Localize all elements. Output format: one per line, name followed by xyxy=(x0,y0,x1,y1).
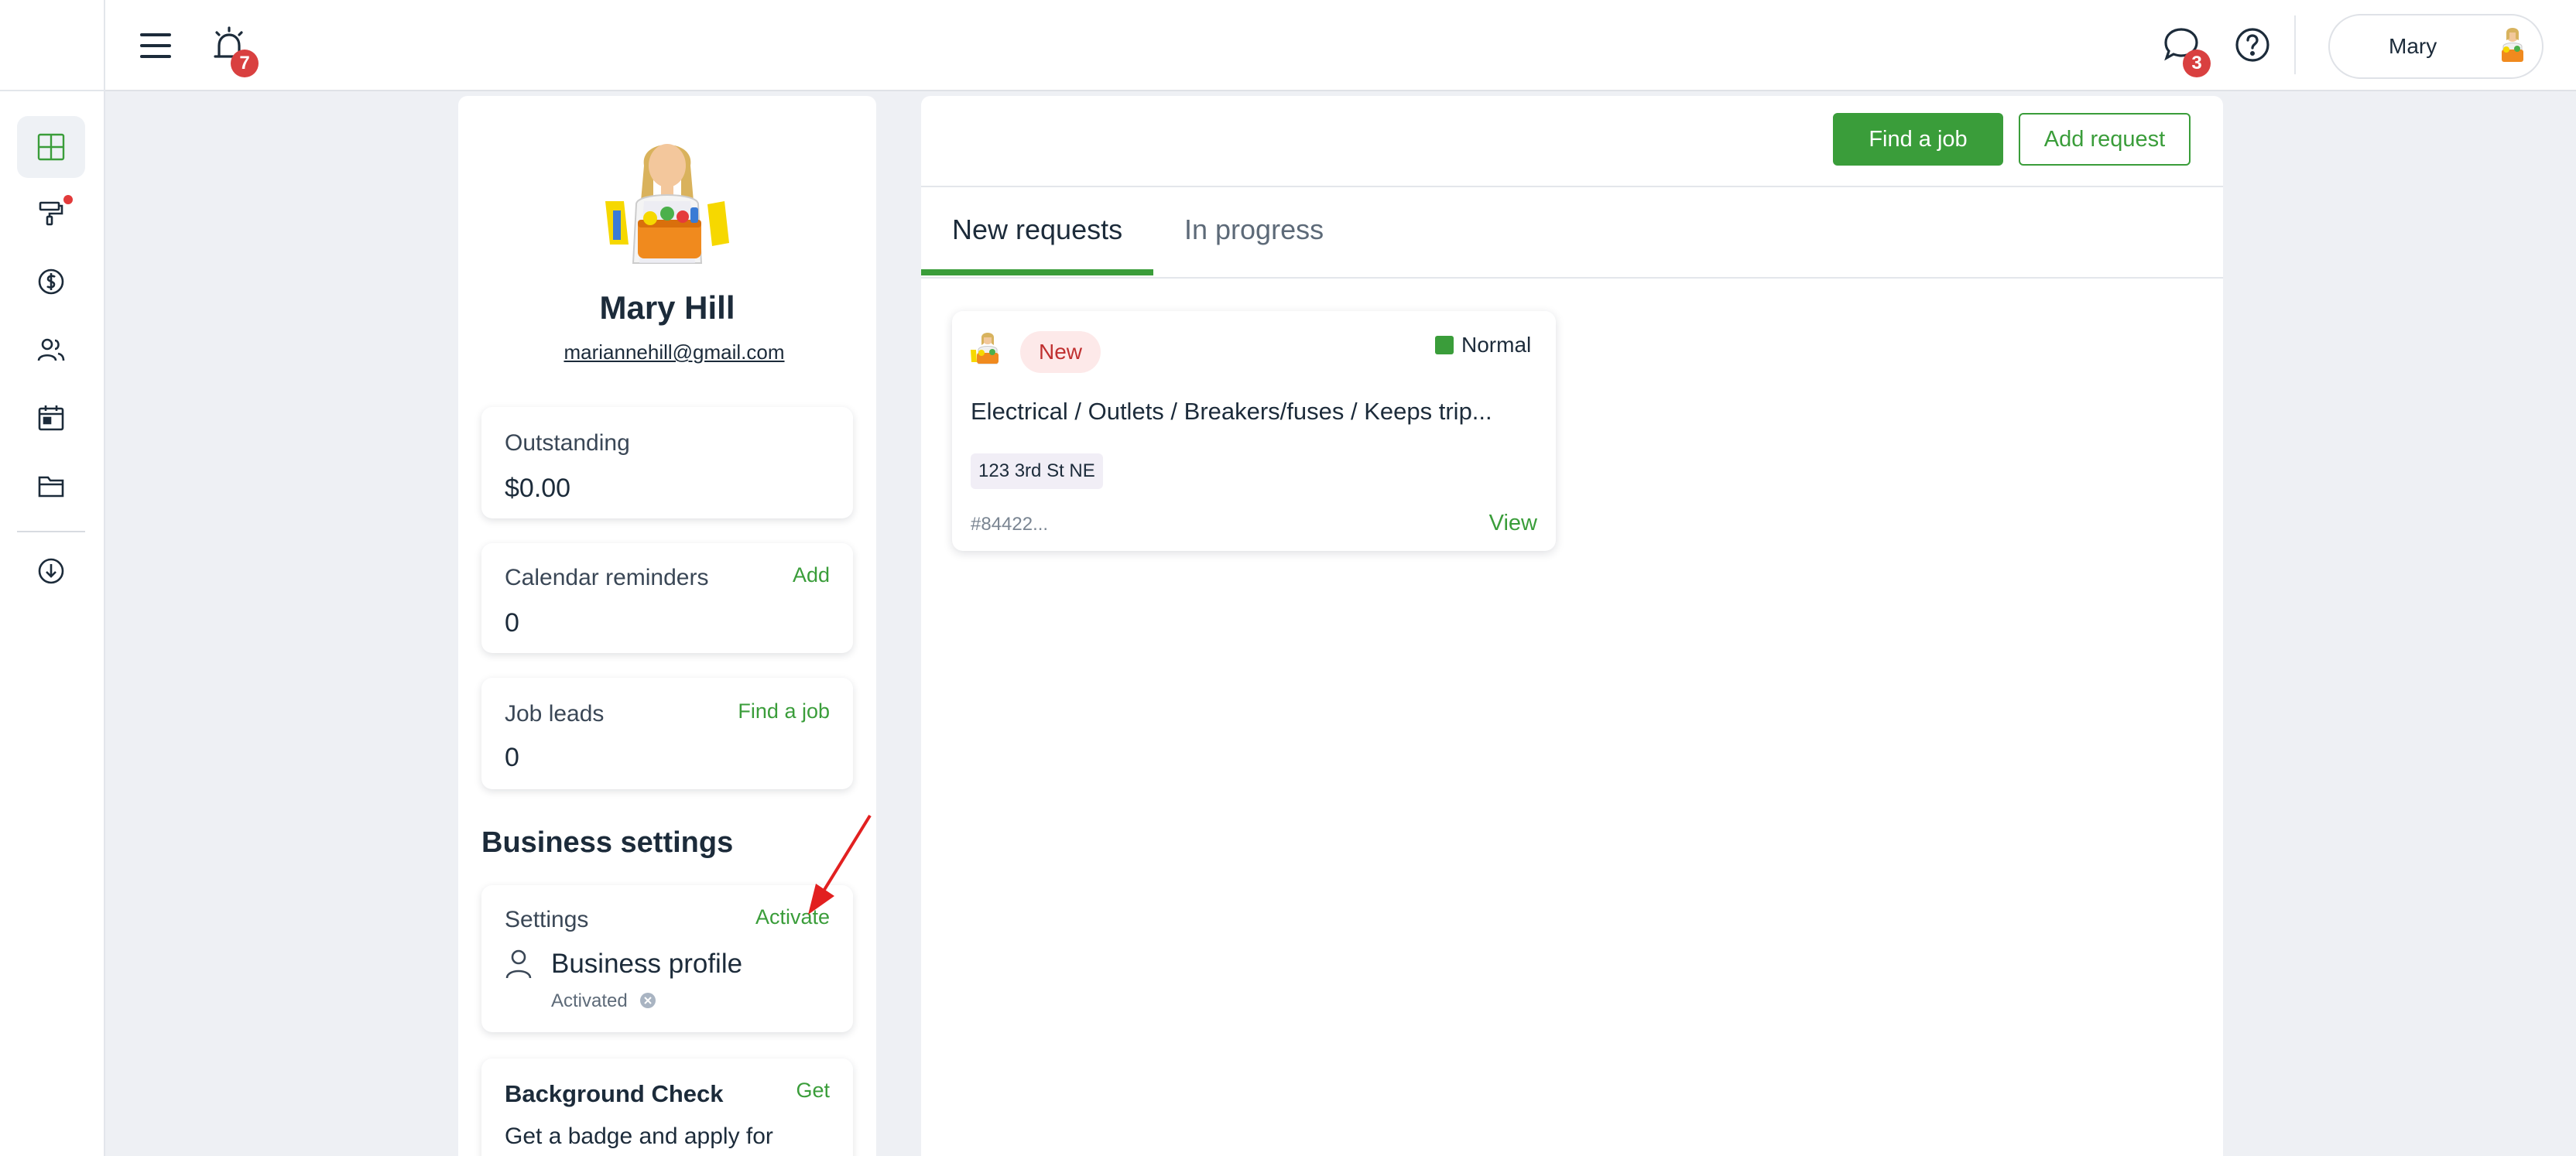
paint-roller-icon xyxy=(39,201,63,226)
dollar-circle-icon xyxy=(38,268,64,295)
active-tab-indicator xyxy=(921,269,1153,275)
profile-panel: Mary Hill mariannehill@gmail.com Outstan… xyxy=(458,96,876,1156)
hamburger-icon xyxy=(140,33,171,58)
left-rail xyxy=(0,0,105,1156)
profile-photo xyxy=(601,127,734,275)
job-leads-card: Job leads Find a job 0 xyxy=(481,678,853,789)
notifications-badge: 7 xyxy=(231,50,259,77)
rail-divider xyxy=(17,531,85,532)
user-avatar xyxy=(2489,23,2536,70)
request-avatar xyxy=(971,330,1005,367)
background-check-card: Background Check Get Get a badge and app… xyxy=(481,1059,853,1156)
help-circle-icon xyxy=(2235,28,2269,62)
calendar-reminders-value: 0 xyxy=(505,608,519,638)
notifications-button[interactable]: 7 xyxy=(207,23,259,77)
clients-nav[interactable] xyxy=(17,319,85,381)
toolbar-divider xyxy=(921,186,2223,187)
profile-email[interactable]: mariannehill@gmail.com xyxy=(458,340,876,364)
settings-label: Settings xyxy=(505,907,589,932)
address-chip: 123 3rd St NE xyxy=(971,453,1103,489)
cloud-download-icon xyxy=(38,558,64,584)
user-menu[interactable]: Mary xyxy=(2328,14,2543,79)
tab-in-progress[interactable]: In progress xyxy=(1184,214,1324,246)
user-name: Mary xyxy=(2389,34,2437,58)
tabs-divider xyxy=(921,277,2223,279)
business-profile-title: Business profile xyxy=(551,949,743,979)
outstanding-card: Outstanding $0.00 xyxy=(481,407,853,518)
view-link[interactable]: View xyxy=(1489,511,1537,536)
top-bar: 7 3 Mary xyxy=(105,0,2576,91)
jobs-alert-dot xyxy=(63,195,73,204)
requests-panel: Find a job Add request New requests In p… xyxy=(921,96,2223,1156)
status-badge: New xyxy=(1020,331,1101,373)
payments-nav[interactable] xyxy=(17,251,85,313)
dashboard-icon xyxy=(37,133,65,161)
business-profile-status: Activated xyxy=(551,990,628,1011)
find-job-button[interactable]: Find a job xyxy=(1833,113,2003,166)
download-nav[interactable] xyxy=(17,540,85,602)
background-check-title: Background Check xyxy=(505,1080,724,1107)
messages-button[interactable]: 3 xyxy=(2160,23,2211,77)
background-check-get-link[interactable]: Get xyxy=(796,1079,830,1103)
calendar-add-link[interactable]: Add xyxy=(793,563,830,587)
menu-button[interactable] xyxy=(136,26,175,65)
dashboard-nav[interactable] xyxy=(17,116,85,178)
annotation-arrow-icon xyxy=(808,814,872,915)
priority-indicator xyxy=(1435,336,1454,354)
job-leads-label: Job leads xyxy=(505,701,605,727)
job-leads-value: 0 xyxy=(505,743,519,772)
users-icon xyxy=(37,338,65,361)
user-outline-icon xyxy=(505,949,532,979)
tab-new-requests[interactable]: New requests xyxy=(952,214,1122,246)
calendar-nav[interactable] xyxy=(17,387,85,449)
logo-area xyxy=(0,0,104,91)
calendar-icon xyxy=(38,405,64,431)
request-card[interactable]: New Normal Electrical / Outlets / Breake… xyxy=(952,311,1556,551)
profile-name: Mary Hill xyxy=(599,289,735,326)
job-leads-find-link[interactable]: Find a job xyxy=(738,699,830,723)
folder-icon xyxy=(38,476,64,498)
calendar-reminders-card: Calendar reminders Add 0 xyxy=(481,543,853,653)
status-info-icon xyxy=(640,993,656,1008)
request-id: #84422... xyxy=(971,514,1049,535)
priority-label: Normal xyxy=(1461,333,1532,357)
files-nav[interactable] xyxy=(17,455,85,517)
add-request-button[interactable]: Add request xyxy=(2019,113,2191,166)
jobs-nav[interactable] xyxy=(17,183,85,245)
settings-card: Settings Activate Business profile Activ… xyxy=(481,885,853,1032)
outstanding-value: $0.00 xyxy=(505,474,571,503)
help-button[interactable] xyxy=(2231,23,2274,67)
background-check-text: Get a badge and apply for xyxy=(505,1124,773,1149)
topbar-divider xyxy=(2294,15,2296,74)
calendar-reminders-label: Calendar reminders xyxy=(505,565,709,590)
business-settings-title: Business settings xyxy=(481,826,734,859)
messages-badge: 3 xyxy=(2183,50,2211,77)
request-title: Electrical / Outlets / Breakers/fuses / … xyxy=(971,398,1492,425)
outstanding-label: Outstanding xyxy=(505,430,630,456)
